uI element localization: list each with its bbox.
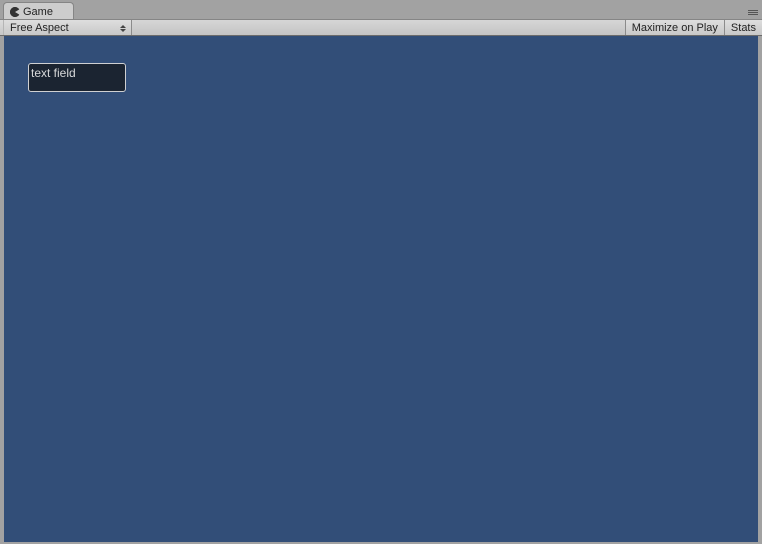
stats-button[interactable]: Stats	[724, 20, 762, 35]
pacman-icon	[10, 7, 20, 17]
text-field[interactable]: text field	[28, 63, 126, 92]
text-field-value: text field	[31, 66, 123, 80]
aspect-label: Free Aspect	[10, 22, 69, 34]
toolbar-spacer	[132, 20, 625, 35]
updown-icon	[119, 22, 126, 34]
aspect-dropdown[interactable]: Free Aspect	[3, 20, 132, 35]
maximize-label: Maximize on Play	[632, 22, 718, 34]
panel-options-icon[interactable]	[746, 10, 758, 17]
tab-bar: Game	[0, 0, 762, 19]
maximize-on-play-button[interactable]: Maximize on Play	[625, 20, 724, 35]
stats-label: Stats	[731, 22, 756, 34]
tab-label: Game	[23, 6, 53, 18]
game-toolbar: Free Aspect Maximize on Play Stats	[0, 19, 762, 36]
game-viewport: text field	[4, 36, 758, 542]
tab-game[interactable]: Game	[3, 2, 74, 19]
